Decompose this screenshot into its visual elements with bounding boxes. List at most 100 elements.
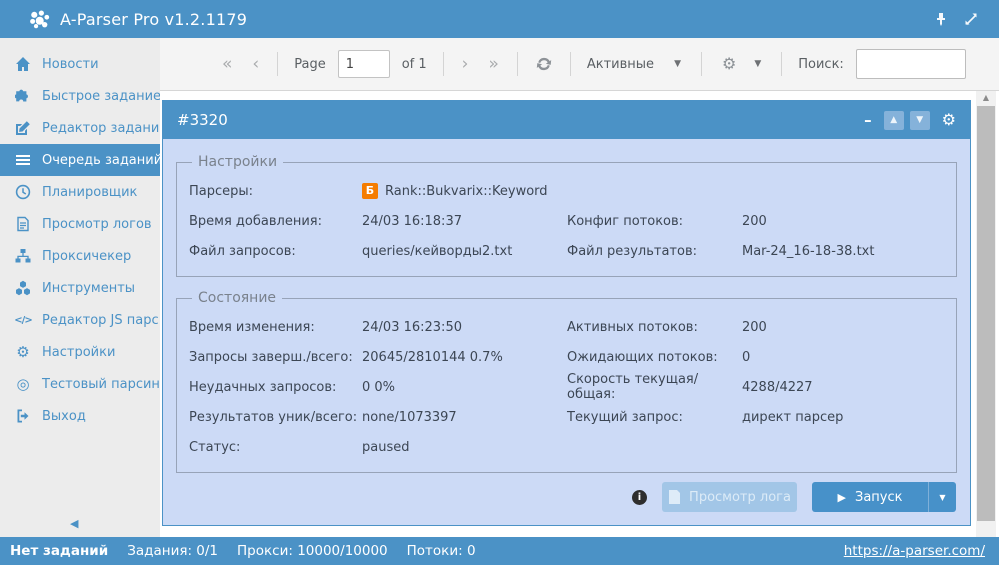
first-page-button[interactable]: « xyxy=(212,56,242,73)
scrollbar-thumb[interactable] xyxy=(977,106,995,521)
parser-name: Rank::Bukvarix::Keyword xyxy=(385,184,548,199)
target-icon: ◎ xyxy=(13,377,33,392)
search-label: Поиск: xyxy=(790,57,852,72)
sidebar-item-label: Инструменты xyxy=(42,281,135,296)
toolbar-separator xyxy=(517,52,518,76)
cubes-icon xyxy=(13,280,33,296)
app-title: A-Parser Pro v1.2.1179 xyxy=(60,10,247,29)
task-card-header: #3320 – ▲ ▼ ⚙ xyxy=(163,101,970,139)
view-log-button[interactable]: Просмотр лога xyxy=(662,482,797,512)
sidebar-item-label: Просмотр логов xyxy=(42,217,152,232)
sidebar-item-task-editor[interactable]: Редактор заданий xyxy=(0,112,160,144)
gear-dropdown-button[interactable]: ▼ xyxy=(742,59,773,69)
sidebar-item-exit[interactable]: Выход xyxy=(0,400,160,432)
sidebar-item-quick-task[interactable]: Быстрое задание xyxy=(0,80,160,112)
sidebar-item-scheduler[interactable]: Планировщик xyxy=(0,176,160,208)
sidebar: Новости Быстрое задание Редактор заданий… xyxy=(0,38,160,537)
field-value: 24/03 16:18:37 xyxy=(362,214,567,229)
a-parser-logo-icon xyxy=(26,8,52,30)
move-task-up-button[interactable]: ▲ xyxy=(884,111,904,130)
tasks-count: Задания: 0/1 xyxy=(127,543,218,559)
puzzle-icon xyxy=(13,88,33,104)
pin-icon[interactable] xyxy=(933,11,949,27)
field-label: Файл результатов: xyxy=(567,244,742,259)
home-icon xyxy=(13,56,33,72)
settings-section: Настройки Парсеры: Б Rank::Bukvarix::Key… xyxy=(176,154,957,277)
file-text-icon xyxy=(13,216,33,232)
sidebar-item-label: Очередь заданий xyxy=(42,153,162,168)
prev-page-button[interactable]: ‹ xyxy=(242,56,269,73)
sidebar-item-label: Проксичекер xyxy=(42,249,131,264)
field-label: Конфиг потоков: xyxy=(567,214,742,229)
toolbar-separator xyxy=(277,52,278,76)
start-dropdown-button[interactable]: ▼ xyxy=(929,482,956,512)
field-label: Текущий запрос: xyxy=(567,410,742,425)
next-page-button[interactable]: › xyxy=(452,56,479,73)
field-value: 200 xyxy=(742,320,944,335)
field-label: Запросы заверш./всего: xyxy=(189,350,362,365)
field-label: Время добавления: xyxy=(189,214,362,229)
a-parser-link[interactable]: https://a-parser.com/ xyxy=(844,543,985,559)
field-value: 20645/2810144 0.7% xyxy=(362,350,567,365)
vertical-scrollbar[interactable]: ▲ xyxy=(976,91,996,537)
sidebar-item-label: Настройки xyxy=(42,345,115,360)
last-page-button[interactable]: » xyxy=(478,56,508,73)
proxies-count: Прокси: 10000/10000 xyxy=(237,543,388,559)
parser-value: Б Rank::Bukvarix::Keyword xyxy=(362,183,944,199)
sidebar-item-settings[interactable]: ⚙ Настройки xyxy=(0,336,160,368)
sidebar-item-label: Редактор JS парс... xyxy=(42,313,171,328)
app-header: A-Parser Pro v1.2.1179 xyxy=(0,0,999,38)
view-log-label: Просмотр лога xyxy=(689,490,791,505)
sidebar-item-news[interactable]: Новости xyxy=(0,48,160,80)
edit-icon xyxy=(13,120,33,136)
bukvarix-parser-icon: Б xyxy=(362,183,378,199)
field-label: Ожидающих потоков: xyxy=(567,350,742,365)
toolbar-separator xyxy=(781,52,782,76)
sidebar-item-task-queue[interactable]: Очередь заданий xyxy=(0,144,160,176)
refresh-icon xyxy=(536,56,552,72)
sidebar-collapse-button[interactable]: ◀ xyxy=(70,517,78,530)
field-value: 0 xyxy=(742,350,944,365)
minimize-task-button[interactable]: – xyxy=(858,111,878,129)
sidebar-item-js-parser-editor[interactable]: </> Редактор JS парс... xyxy=(0,304,160,336)
sidebar-item-label: Быстрое задание xyxy=(42,89,161,104)
toolbar-gear-button[interactable]: ⚙ xyxy=(710,56,742,72)
sitemap-icon xyxy=(13,248,33,264)
task-settings-gear-button[interactable]: ⚙ xyxy=(942,112,956,128)
move-task-down-button[interactable]: ▼ xyxy=(910,111,930,130)
sidebar-item-test-parsing[interactable]: ◎ Тестовый парсинг xyxy=(0,368,160,400)
info-icon[interactable]: i xyxy=(632,490,647,505)
start-button[interactable]: ▶ Запуск ▼ xyxy=(812,482,956,512)
field-value: none/1073397 xyxy=(362,410,567,425)
sidebar-item-log-viewer[interactable]: Просмотр логов xyxy=(0,208,160,240)
search-input[interactable] xyxy=(856,49,966,79)
field-value: paused xyxy=(362,440,567,455)
filter-select-value[interactable]: Активные xyxy=(579,57,662,72)
field-value: 24/03 16:23:50 xyxy=(362,320,567,335)
filter-dropdown-button[interactable]: ▼ xyxy=(662,59,693,69)
sidebar-item-label: Тестовый парсинг xyxy=(42,377,167,392)
sidebar-item-proxy-checker[interactable]: Проксичекер xyxy=(0,240,160,272)
sidebar-item-label: Редактор заданий xyxy=(42,121,168,136)
field-value: 0 0% xyxy=(362,380,567,395)
task-card: #3320 – ▲ ▼ ⚙ Настройки Парсеры: Б Rank:… xyxy=(163,101,970,525)
refresh-button[interactable] xyxy=(526,56,562,72)
scroll-up-arrow[interactable]: ▲ xyxy=(976,93,996,102)
page-count-label: of 1 xyxy=(394,57,435,72)
field-value: Mar-24_16-18-38.txt xyxy=(742,244,944,259)
field-value: queries/кейворды2.txt xyxy=(362,244,567,259)
expand-icon[interactable] xyxy=(963,11,979,27)
task-card-body: Настройки Парсеры: Б Rank::Bukvarix::Key… xyxy=(163,139,970,525)
toolbar-separator xyxy=(570,52,571,76)
field-label: Время изменения: xyxy=(189,320,362,335)
sidebar-item-label: Новости xyxy=(42,57,99,72)
field-label: Скорость текущая/общая: xyxy=(567,372,742,402)
document-icon xyxy=(668,490,681,504)
toolbar-separator xyxy=(443,52,444,76)
sidebar-item-label: Планировщик xyxy=(42,185,137,200)
sidebar-item-tools[interactable]: Инструменты xyxy=(0,272,160,304)
field-value: директ парсер xyxy=(742,410,944,425)
sign-out-icon xyxy=(13,408,33,424)
page-input[interactable] xyxy=(338,50,390,78)
settings-section-title: Настройки xyxy=(192,154,283,170)
